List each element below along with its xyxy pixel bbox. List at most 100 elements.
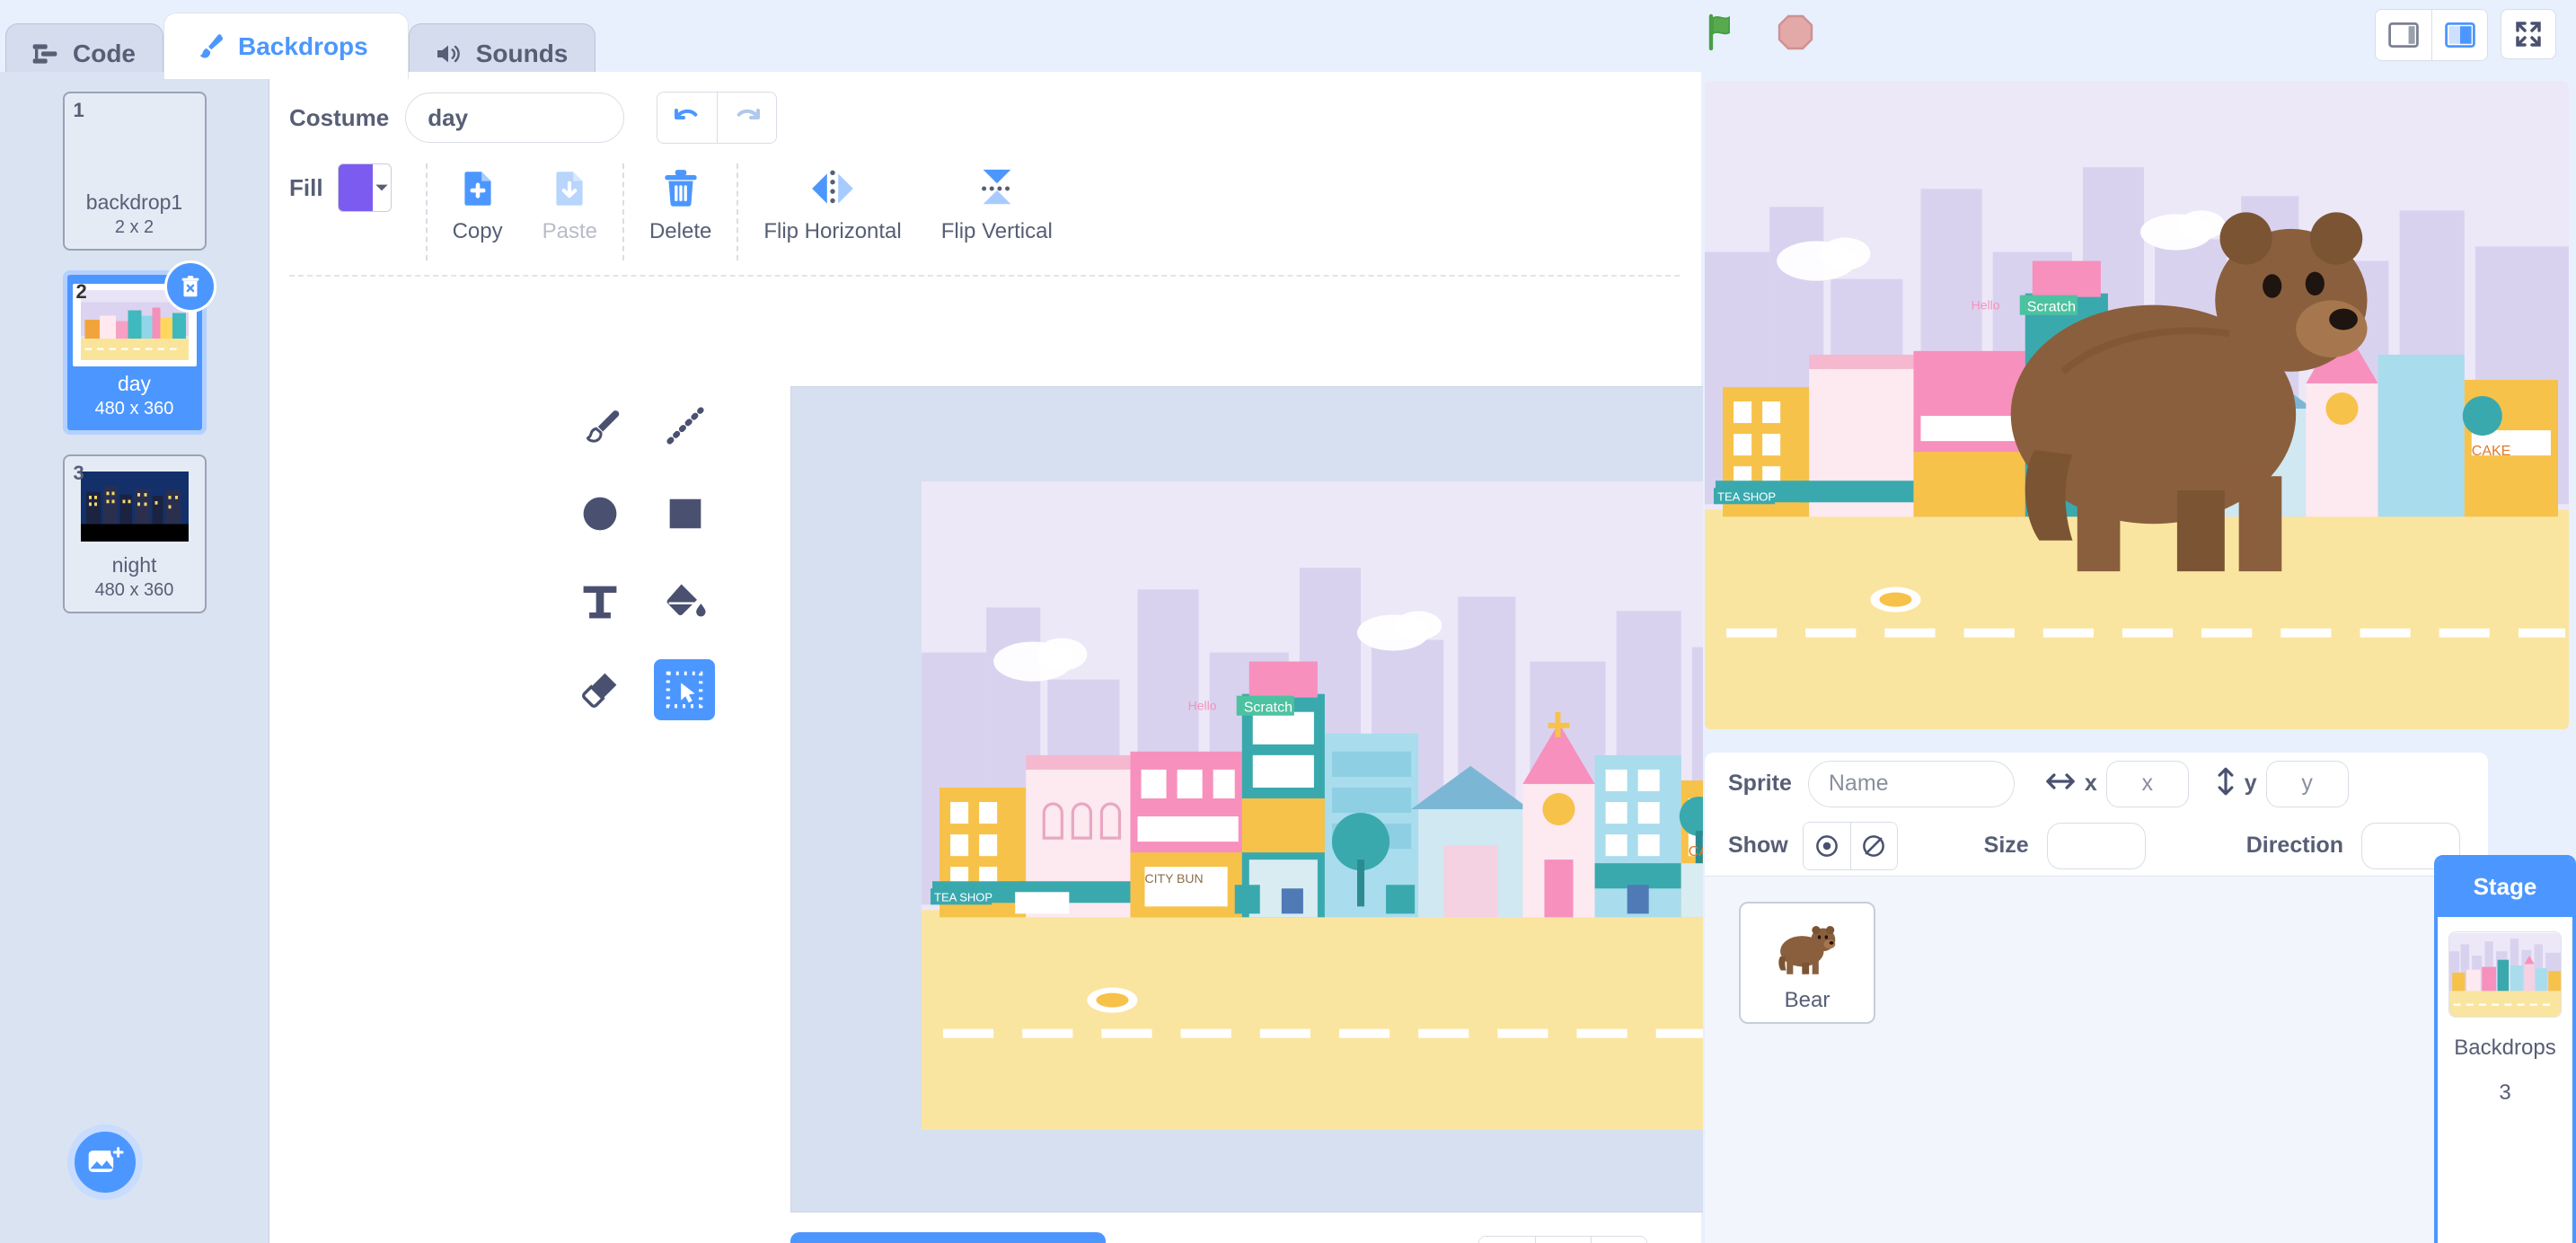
size-input[interactable] (2046, 822, 2146, 869)
eye-icon[interactable] (1803, 822, 1850, 869)
add-backdrop-button[interactable] (67, 1124, 143, 1200)
size-label: Size (1983, 833, 2029, 858)
delete-label: Delete (648, 219, 712, 243)
large-stage-layout-icon[interactable] (2431, 10, 2487, 60)
y-input[interactable]: y (2265, 760, 2349, 807)
svg-text:Scratch: Scratch (1244, 700, 1292, 716)
fill-tool-button[interactable] (642, 558, 728, 646)
fill-tool-icon (657, 574, 713, 630)
flip-vertical-icon (973, 163, 1021, 214)
backdrop-number: 2 (75, 280, 87, 303)
rectangle-tool-button[interactable] (642, 470, 728, 558)
delete-badge-icon[interactable] (163, 260, 216, 313)
paint-editor: Costume day Fill Copy Paste Delete Flip … (269, 72, 1917, 1243)
tab-bar: Code Backdrops Sounds (5, 13, 596, 83)
undo-icon[interactable] (657, 93, 717, 143)
direction-label: Direction (2245, 833, 2344, 858)
copy-button[interactable]: Copy (433, 163, 523, 244)
eraser-tool-icon (572, 662, 628, 718)
tool-palette (557, 382, 728, 734)
show-toggle-group (1802, 821, 1898, 870)
layout-controls (2375, 9, 2556, 61)
backdrop-item-2[interactable]: 2 day 480 x 360 (62, 260, 216, 435)
copy-label: Copy (452, 219, 503, 243)
zoom-reset-icon[interactable] (1535, 1237, 1591, 1243)
y-label: y (2244, 771, 2257, 796)
select-tool-button[interactable] (654, 659, 715, 720)
zoom-out-icon[interactable] (1479, 1237, 1535, 1243)
run-controls (1702, 11, 1817, 58)
backdrop-item-1[interactable]: 1 backdrop1 2 x 2 (62, 92, 207, 251)
sprite-info-row-1: Sprite Name x x y y (1705, 753, 2488, 815)
x-label: x (2084, 771, 2097, 796)
paste-icon (547, 163, 592, 214)
speaker-icon (433, 39, 463, 69)
delete-button[interactable]: Delete (630, 163, 731, 244)
scratch-editor: Code Backdrops Sounds 1 backdrop1 2 x 2 … (0, 0, 2576, 1243)
text-tool-button[interactable] (557, 558, 642, 646)
backdrop-thumbnail (70, 102, 199, 185)
flip-vertical-button[interactable]: Flip Vertical (922, 163, 1072, 244)
sprite-info-row-2: Show Size Direction (1705, 815, 2488, 877)
tab-code-label: Code (73, 39, 136, 67)
sprite-list: Bear (1705, 877, 2488, 1243)
fill-color-swatch[interactable] (337, 163, 392, 212)
paint-toolbar: Fill Copy Paste Delete Flip Horizontal F… (269, 144, 1701, 260)
flip-horizontal-label: Flip Horizontal (763, 219, 902, 243)
zoom-in-icon[interactable] (1591, 1237, 1646, 1243)
green-flag-icon[interactable] (1702, 11, 1745, 58)
eye-slash-icon[interactable] (1849, 822, 1897, 869)
fullscreen-icon[interactable] (2501, 9, 2556, 59)
circle-tool-button[interactable] (557, 470, 642, 558)
svg-text:TEA SHOP: TEA SHOP (934, 890, 992, 904)
flip-horizontal-button[interactable]: Flip Horizontal (744, 163, 921, 244)
backdrop-selector-panel: 1 backdrop1 2 x 2 2 day 480 x 360 3 nigh… (0, 72, 269, 1243)
tab-backdrops[interactable]: Backdrops (163, 13, 409, 79)
sprite-name: Bear (1784, 988, 1831, 1012)
backdrops-count: 3 (2499, 1080, 2511, 1105)
line-tool-button[interactable] (642, 382, 728, 470)
select-tool-icon (657, 662, 712, 718)
stop-icon[interactable] (1774, 11, 1817, 58)
undo-redo-group (657, 92, 778, 144)
chevron-down-icon (373, 164, 391, 211)
paste-button[interactable]: Paste (523, 163, 617, 244)
horizontal-arrow-icon (2045, 771, 2076, 797)
stage-display[interactable]: Scratch Hello TEA SHOP CAKE (1705, 81, 2569, 729)
convert-to-vector-button[interactable]: Convert to Vector (790, 1232, 1107, 1243)
sprite-info-panel: Sprite Name x x y y Show Size Direction (1705, 753, 2488, 877)
stage-size-group (2375, 9, 2488, 61)
fill-label: Fill (289, 173, 323, 201)
stage-panel[interactable]: Stage Backdrops 3 (2434, 855, 2576, 1243)
stage-area: Scratch Hello TEA SHOP CAKE Sprite Name … (1703, 72, 2576, 1243)
brush-tool-button[interactable] (557, 382, 642, 470)
brush-tool-icon (572, 398, 628, 454)
rectangle-tool-icon (657, 486, 713, 542)
x-input[interactable]: x (2105, 760, 2189, 807)
svg-text:Scratch: Scratch (2027, 299, 2076, 315)
svg-text:Hello: Hello (1188, 699, 1217, 713)
circle-tool-icon (572, 486, 628, 542)
backdrop-size: 480 x 360 (94, 399, 174, 419)
copy-icon (455, 163, 500, 214)
sprite-name-input[interactable]: Name (1807, 760, 2015, 807)
backdrop-size: 2 x 2 (114, 217, 154, 237)
top-bar: Code Backdrops Sounds (0, 0, 2576, 83)
stage-panel-thumbnail (2448, 931, 2562, 1018)
svg-text:Hello: Hello (1972, 298, 2000, 313)
small-stage-layout-icon[interactable] (2376, 10, 2431, 60)
trash-icon (658, 163, 703, 214)
fill-group: Fill (289, 163, 420, 212)
paste-label: Paste (542, 219, 597, 243)
costume-name-input[interactable]: day (405, 93, 625, 143)
backdrop-item-3[interactable]: 3 night 480 x 360 (62, 454, 207, 613)
canvas-zoom-controls (1478, 1236, 1647, 1243)
line-tool-icon (657, 398, 713, 454)
redo-icon[interactable] (717, 93, 776, 143)
eraser-tool-button[interactable] (557, 646, 642, 734)
text-tool-icon (572, 574, 628, 630)
backdrop-name: backdrop1 (85, 190, 183, 214)
tab-backdrops-label: Backdrops (238, 31, 368, 60)
svg-text:CAKE: CAKE (2472, 443, 2511, 459)
sprite-item-bear[interactable]: Bear (1739, 902, 1875, 1024)
